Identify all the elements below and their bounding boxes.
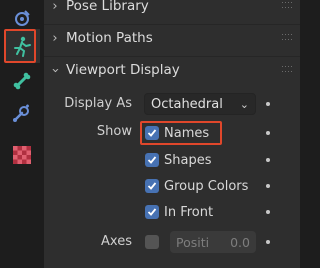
names-highlight [140,121,222,145]
bone-constraint-icon [15,10,30,26]
keyframe-dot[interactable] [266,102,270,106]
chevron-down-icon: ⌄ [239,97,249,111]
properties-tab-bar [0,0,42,268]
tab-bone[interactable] [4,64,40,98]
group-colors-checkbox-row[interactable]: Group Colors [145,176,248,196]
checkmark-icon [147,156,157,164]
shapes-checkbox[interactable] [145,153,159,167]
pose-library-header[interactable]: › Pose Library [44,0,300,19]
group-colors-label: Group Colors [164,178,249,194]
chevron-right-icon: › [52,0,58,14]
pose-library-title: Pose Library [66,0,149,14]
bone-icon [13,72,31,90]
in-front-checkbox-row[interactable]: In Front [145,202,213,222]
viewport-display-title: Viewport Display [66,62,180,78]
bone-properties-icon [13,104,29,122]
drag-handle-icon[interactable] [282,34,292,42]
keyframe-dot[interactable] [266,184,270,188]
keyframe-dot[interactable] [266,131,270,135]
keyframe-dot[interactable] [266,158,270,162]
display-as-label: Display As [64,96,132,111]
shapes-label: Shapes [164,152,212,168]
motion-paths-title: Motion Paths [66,30,153,46]
axes-position-label: Positi [176,234,210,250]
chevron-down-icon: › [47,67,63,73]
drag-handle-icon[interactable] [282,2,292,10]
in-front-checkbox[interactable] [145,205,159,219]
display-as-value: Octahedral [151,96,223,112]
drag-handle-icon[interactable] [282,66,292,74]
motion-paths-header[interactable]: › Motion Paths [44,24,300,51]
group-colors-checkbox[interactable] [145,179,159,193]
keyframe-dot[interactable] [266,210,270,214]
armature-tab-highlight [4,29,36,63]
tab-texture[interactable] [4,138,40,172]
axes-position-field[interactable]: Positi 0.0 [170,231,256,253]
viewport-display-header[interactable]: › Viewport Display [44,56,300,83]
display-as-dropdown[interactable]: Octahedral ⌄ [144,93,256,115]
tab-bone-properties[interactable] [4,96,40,130]
axes-label: Axes [101,234,132,249]
properties-panel: › Pose Library › Motion Paths › Viewport… [44,0,300,268]
axes-checkbox[interactable] [145,235,159,249]
in-front-label: In Front [164,204,214,220]
axes-position-value: 0.0 [230,234,250,250]
texture-icon [13,146,31,164]
chevron-right-icon: › [52,30,58,46]
checkmark-icon [147,208,157,216]
keyframe-dot[interactable] [266,240,270,244]
shapes-checkbox-row[interactable]: Shapes [145,150,211,170]
show-label: Show [96,124,132,139]
checkmark-icon [147,182,157,190]
